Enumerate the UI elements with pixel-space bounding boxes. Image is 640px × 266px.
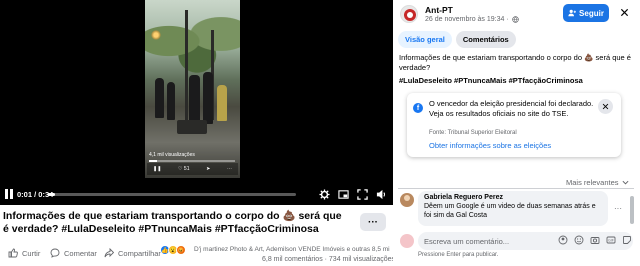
reactors-text[interactable]: D'j martinez Photo & Art, Ademilson VEND… xyxy=(194,246,390,253)
comment-more-button[interactable]: ··· xyxy=(614,204,622,213)
pause-icon[interactable] xyxy=(4,188,14,200)
settings-icon[interactable] xyxy=(318,188,330,200)
post-date-text: 26 de novembro às 19:34 · xyxy=(425,16,509,23)
video-person xyxy=(217,85,227,121)
gif-icon[interactable]: GIF xyxy=(606,235,616,245)
video-seek-bar[interactable] xyxy=(48,193,296,196)
follow-label: Seguir xyxy=(579,8,604,18)
sticker-icon[interactable] xyxy=(622,235,632,245)
phone-progress xyxy=(149,160,235,162)
notice-message: O vencedor da eleição presidencial foi d… xyxy=(429,99,594,118)
avatar-mark-center xyxy=(407,12,413,18)
commenter-avatar[interactable] xyxy=(400,193,414,207)
share-label: Compartilhar xyxy=(118,248,161,258)
like-label: Curtir xyxy=(22,248,41,258)
share-icon xyxy=(104,248,114,258)
enter-hint: Pressione Enter para publicar. xyxy=(418,252,499,258)
comment-icon xyxy=(50,248,60,258)
election-info-link[interactable]: Obter informações sobre as eleições xyxy=(429,141,551,150)
post-more-button[interactable]: ··· xyxy=(360,213,386,231)
comment-text: Dêem um Google é um video de duas semana… xyxy=(424,203,596,219)
comment-sort-dropdown[interactable]: Mais relevantes xyxy=(566,178,629,187)
video-seek-fill xyxy=(48,193,56,196)
post-caption: Informações de que estariam transportand… xyxy=(3,210,342,235)
close-icon[interactable] xyxy=(618,6,630,18)
comment-author[interactable]: Gabriela Reguero Perez xyxy=(424,194,602,201)
video-vehicle xyxy=(177,120,207,134)
post-stats[interactable]: 6,8 mil comentários · 734 mil visualizaç… xyxy=(262,256,395,263)
emoji-icon[interactable] xyxy=(574,235,584,245)
follow-button[interactable]: Seguir xyxy=(563,4,609,22)
thumbs-up-icon xyxy=(8,248,18,258)
video-post-area: 4,1 mil visualizações ❚❚ ♡ 51 ➤ ⋯ 0:01 /… xyxy=(0,0,395,266)
share-button[interactable]: Compartilhar xyxy=(104,248,161,258)
phone-more-icon: ⋯ xyxy=(227,166,232,172)
comment-button[interactable]: Comentar xyxy=(50,248,97,258)
phone-heart-icon: ♡ 51 xyxy=(178,166,190,172)
phone-views-text: 4,1 mil visualizações xyxy=(149,151,195,158)
comment-composer[interactable]: GIF xyxy=(418,232,633,250)
comment-label: Comentar xyxy=(64,248,97,258)
post-description: Informações de que estariam transportand… xyxy=(399,53,631,72)
globe-icon xyxy=(511,16,519,23)
video-person xyxy=(167,82,175,120)
volume-icon[interactable] xyxy=(375,188,387,200)
video-scenery xyxy=(145,6,240,76)
phone-share-icon: ➤ xyxy=(206,166,211,172)
notice-source: Fonte: Tribunal Superior Eleitoral xyxy=(429,130,517,136)
panel-tabs: Visão geral Comentários xyxy=(398,31,516,48)
post-date: 26 de novembro às 19:34 · xyxy=(425,16,519,23)
angry-reaction-icon: 😡 xyxy=(176,245,186,255)
svg-text:GIF: GIF xyxy=(608,239,614,243)
video-player[interactable]: 4,1 mil visualizações ❚❚ ♡ 51 ➤ ⋯ 0:01 /… xyxy=(0,0,393,205)
phone-count: 51 xyxy=(183,166,190,172)
pip-icon[interactable] xyxy=(337,188,349,200)
video-control-icons xyxy=(318,188,387,200)
post-hashtags[interactable]: #LulaDeseleito #PTnuncaMais #PTfacçãoCri… xyxy=(399,76,583,85)
phone-views: 4,1 mil visualizações xyxy=(147,150,238,159)
panel-scrollbar[interactable] xyxy=(630,196,634,224)
post-side-panel: Ant-PT 26 de novembro às 19:34 · Seguir … xyxy=(393,0,640,266)
video-current-time: 0:01 xyxy=(17,190,33,199)
composer-icons: GIF xyxy=(558,235,632,245)
page-avatar[interactable] xyxy=(400,5,418,23)
video-frame: 4,1 mil visualizações ❚❚ ♡ 51 ➤ ⋯ xyxy=(145,0,240,178)
video-controls: 0:01 / 0:34 xyxy=(0,186,393,204)
video-person xyxy=(155,78,164,118)
video-person xyxy=(203,72,213,124)
avatar-sticker-icon[interactable] xyxy=(558,235,568,245)
page-name[interactable]: Ant-PT xyxy=(425,5,453,15)
reaction-icons[interactable]: 👍 😮 😡 xyxy=(160,245,186,255)
comment-input[interactable] xyxy=(424,234,544,248)
phone-pause-icon: ❚❚ xyxy=(153,166,162,172)
tab-comments[interactable]: Comentários xyxy=(455,31,516,48)
fullscreen-icon[interactable] xyxy=(356,188,368,200)
facebook-icon: f xyxy=(413,103,423,113)
video-light xyxy=(151,30,161,40)
add-person-icon xyxy=(568,9,577,17)
like-button[interactable]: Curtir xyxy=(8,248,40,258)
tab-overview[interactable]: Visão geral xyxy=(398,31,452,48)
post-actions: Curtir Comentar Compartilhar 👍 😮 😡 D'j m… xyxy=(0,244,395,266)
phone-toolbar: ❚❚ ♡ 51 ➤ ⋯ xyxy=(147,163,238,175)
notice-close-icon[interactable] xyxy=(598,99,613,114)
election-notice: f O vencedor da eleição presidencial foi… xyxy=(407,93,621,157)
my-avatar xyxy=(400,234,414,248)
video-pole xyxy=(185,10,188,120)
divider xyxy=(398,188,634,189)
comment-sort-label: Mais relevantes xyxy=(566,178,619,187)
camera-icon[interactable] xyxy=(590,235,600,245)
chevron-down-icon xyxy=(622,180,629,185)
video-person xyxy=(189,75,200,125)
comment-bubble: Gabriela Reguero Perez Dêem um Google é … xyxy=(418,191,608,226)
